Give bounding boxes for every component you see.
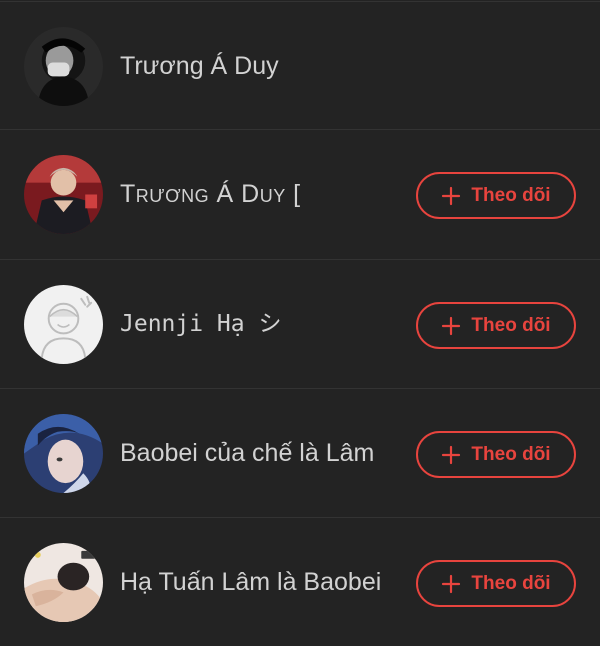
follow-button-label: Theo dõi — [471, 314, 551, 336]
follow-button-label: Theo dõi — [471, 443, 551, 465]
plus-icon — [442, 445, 461, 464]
user-name[interactable]: Baobei của chế là Lâm — [120, 389, 374, 517]
follow-button-label: Theo dõi — [471, 572, 551, 594]
plus-icon — [442, 574, 461, 593]
avatar[interactable] — [24, 543, 103, 622]
user-row[interactable]: Hạ Tuấn Lâm là Baobei Theo dõi — [0, 517, 600, 645]
user-row[interactable]: Trương Á Duy — [0, 1, 600, 129]
user-row[interactable]: Trương Á Duy [ Theo dõi — [0, 129, 600, 257]
user-name[interactable]: Trương Á Duy [ — [120, 130, 301, 258]
user-row[interactable]: Baobei của chế là Lâm Theo dõi — [0, 388, 600, 516]
user-name[interactable]: Hạ Tuấn Lâm là Baobei — [120, 518, 381, 646]
plus-icon — [442, 316, 461, 335]
user-name[interactable]: Trương Á Duy — [120, 2, 279, 130]
follow-button[interactable]: Theo dõi — [416, 431, 576, 478]
follow-button[interactable]: Theo dõi — [416, 560, 576, 607]
avatar[interactable] — [24, 285, 103, 364]
user-name[interactable]: Jennji Hạ シ — [120, 260, 281, 388]
avatar[interactable] — [24, 27, 103, 106]
follow-button[interactable]: Theo dõi — [416, 302, 576, 349]
user-list: Trương Á Duy Trương Á Duy [ Theo dõi Jen… — [0, 0, 600, 640]
user-row[interactable]: Jennji Hạ シ Theo dõi — [0, 259, 600, 387]
follow-button[interactable]: Theo dõi — [416, 172, 576, 219]
avatar[interactable] — [24, 155, 103, 234]
avatar[interactable] — [24, 414, 103, 493]
follow-button-label: Theo dõi — [471, 184, 551, 206]
plus-icon — [442, 186, 461, 205]
